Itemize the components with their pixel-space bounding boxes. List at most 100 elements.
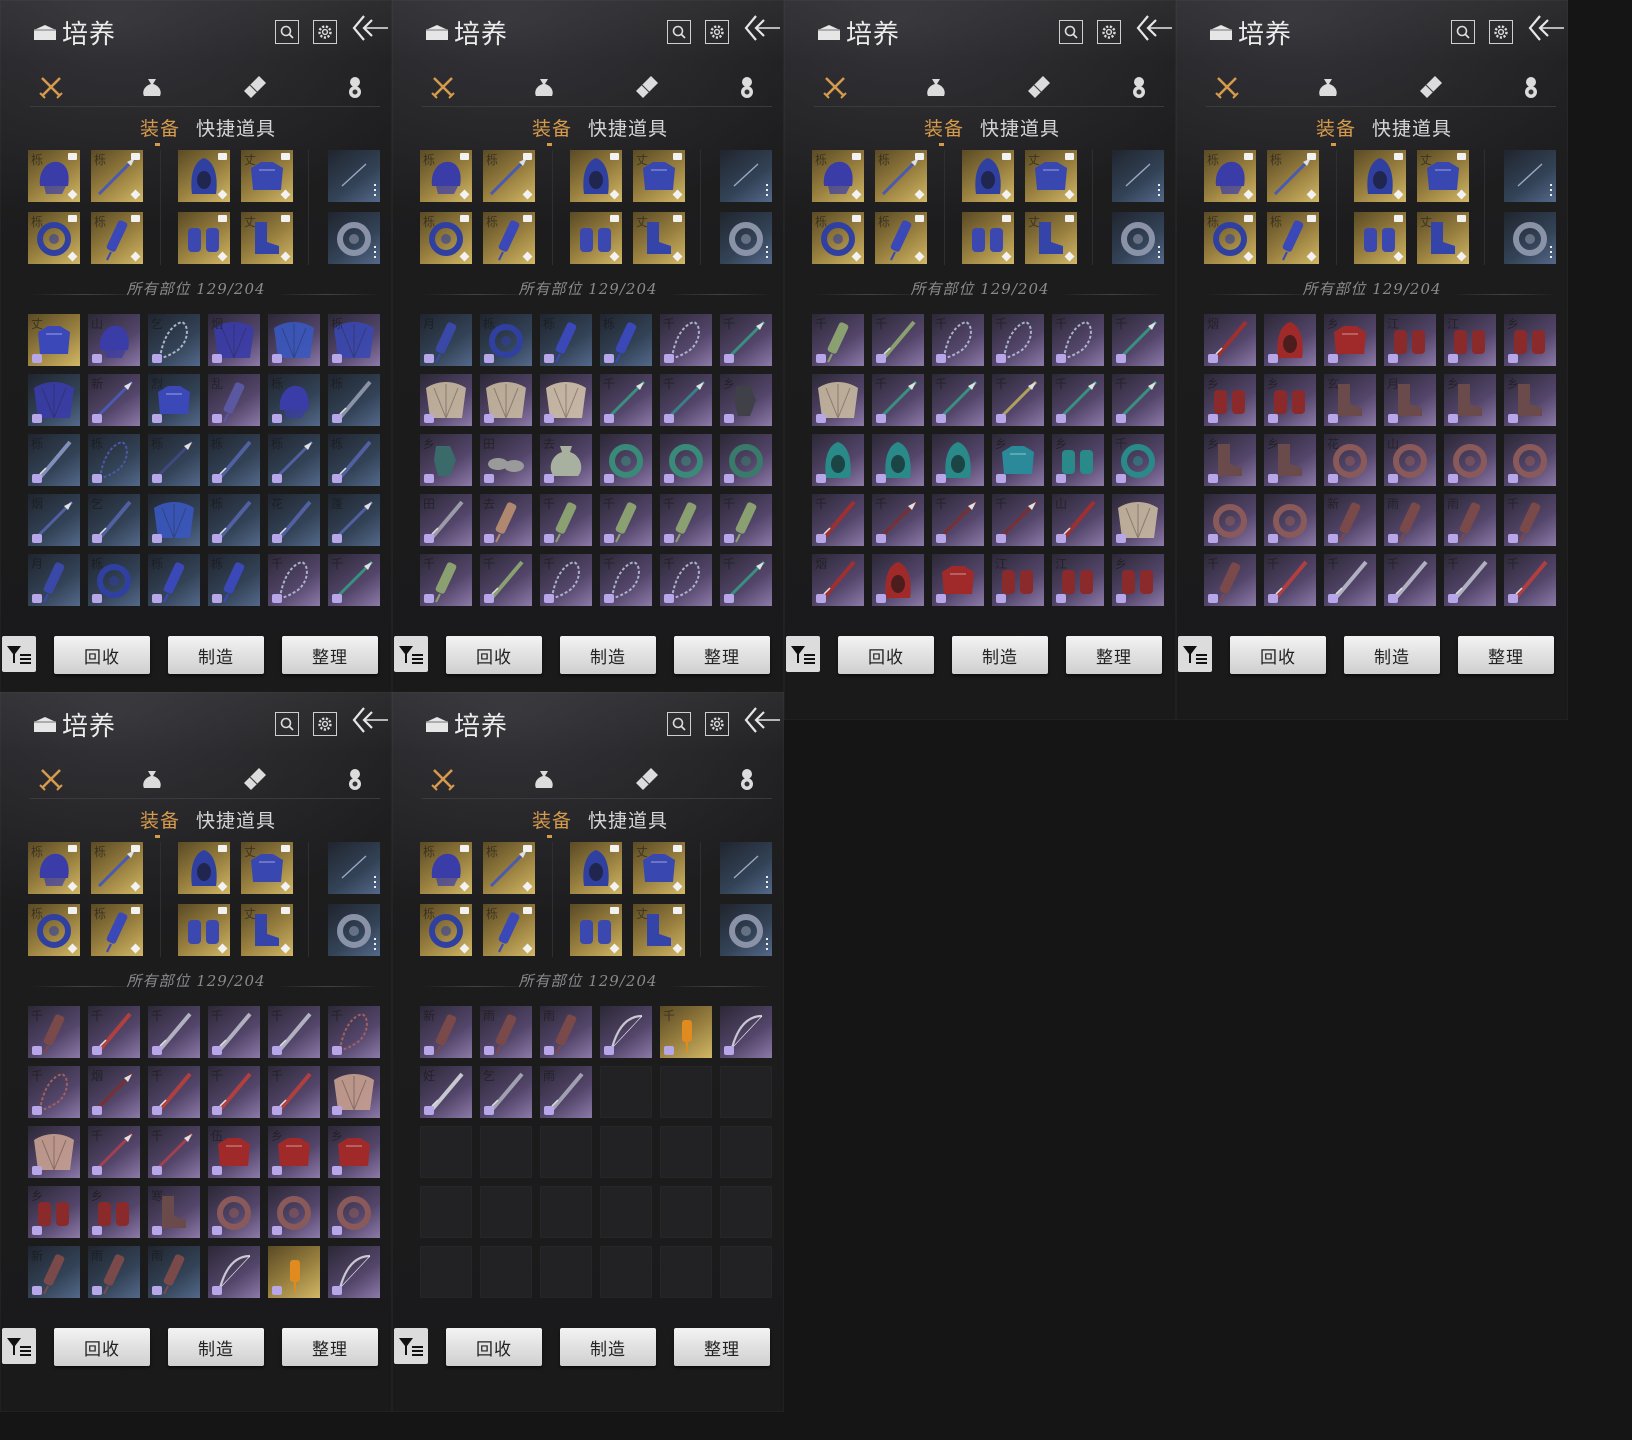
inventory-item-slot[interactable]: 千 xyxy=(812,314,864,366)
inventory-item-slot[interactable]: 烟 xyxy=(1204,314,1256,366)
search-button[interactable] xyxy=(275,712,299,736)
inventory-item-slot[interactable]: 花 xyxy=(268,494,320,546)
equipped-item-slot[interactable]: 栎 xyxy=(812,212,864,264)
equipped-item-slot[interactable] xyxy=(570,212,622,264)
inventory-item-slot[interactable]: 乞 xyxy=(480,1066,532,1118)
category-tab-scrolls[interactable] xyxy=(1024,72,1054,102)
settings-button[interactable] xyxy=(313,20,337,44)
inventory-item-slot[interactable]: 山 xyxy=(1052,494,1104,546)
inventory-item-slot[interactable]: 花 xyxy=(1324,434,1376,486)
filter-button[interactable] xyxy=(786,636,820,672)
recycle-button[interactable]: 回收 xyxy=(54,636,150,674)
inventory-item-slot[interactable]: 乡 xyxy=(1264,374,1316,426)
inventory-item-slot[interactable]: 千 xyxy=(1384,554,1436,606)
inventory-item-slot[interactable]: 千 xyxy=(600,554,652,606)
inventory-item-slot[interactable]: 千 xyxy=(480,554,532,606)
equipped-item-slot[interactable]: 栎 xyxy=(420,212,472,264)
inventory-item-slot[interactable]: 山 xyxy=(1384,434,1436,486)
inventory-item-slot[interactable]: 千 xyxy=(1112,374,1164,426)
inventory-item-slot[interactable]: 千 xyxy=(1444,554,1496,606)
inventory-item-slot[interactable]: 栎 xyxy=(328,374,380,426)
empty-slot[interactable] xyxy=(480,1246,532,1298)
equipped-item-slot[interactable] xyxy=(178,150,230,202)
back-arrow-icon[interactable] xyxy=(1526,12,1566,46)
equipped-item-slot[interactable]: 栎 xyxy=(28,904,80,956)
inventory-item-slot[interactable]: 千 xyxy=(660,374,712,426)
inventory-item-slot[interactable] xyxy=(932,434,984,486)
inventory-item-slot[interactable]: 栎 xyxy=(328,434,380,486)
inventory-item-slot[interactable]: 千 xyxy=(1112,314,1164,366)
empty-slot[interactable] xyxy=(600,1066,652,1118)
inventory-item-slot[interactable]: 千 xyxy=(872,374,924,426)
category-tab-items[interactable] xyxy=(137,72,167,102)
inventory-item-slot[interactable]: 乡 xyxy=(420,434,472,486)
equipped-item-slot[interactable]: 栎 xyxy=(28,212,80,264)
equipped-item-slot[interactable]: 丈 xyxy=(1417,212,1469,264)
empty-slot[interactable] xyxy=(720,1186,772,1238)
empty-slot[interactable] xyxy=(660,1246,712,1298)
category-tab-scrolls[interactable] xyxy=(632,764,662,794)
tab-equipment[interactable]: 装备 xyxy=(924,114,964,141)
inventory-item-slot[interactable]: 蓬 xyxy=(328,494,380,546)
quick-item-slot[interactable] xyxy=(1504,150,1556,202)
category-tab-tokens[interactable] xyxy=(340,72,370,102)
back-arrow-icon[interactable] xyxy=(742,704,782,738)
settings-button[interactable] xyxy=(705,712,729,736)
inventory-item-slot[interactable]: 新 xyxy=(420,1006,472,1058)
inventory-item-slot[interactable]: 栎 xyxy=(600,314,652,366)
inventory-item-slot[interactable]: 千 xyxy=(932,374,984,426)
inventory-item-slot[interactable] xyxy=(1504,434,1556,486)
inventory-item-slot[interactable] xyxy=(28,1126,80,1178)
inventory-item-slot[interactable] xyxy=(268,314,320,366)
inventory-item-slot[interactable]: 雨 xyxy=(480,1006,532,1058)
inventory-item-slot[interactable] xyxy=(660,434,712,486)
inventory-item-slot[interactable]: 千 xyxy=(992,494,1044,546)
tab-quick-items[interactable]: 快捷道具 xyxy=(980,114,1060,141)
tab-quick-items[interactable]: 快捷道具 xyxy=(588,114,668,141)
category-tab-tokens[interactable] xyxy=(732,764,762,794)
inventory-item-slot[interactable]: 千 xyxy=(1052,314,1104,366)
inventory-item-slot[interactable]: 乡 xyxy=(1204,434,1256,486)
inventory-item-slot[interactable] xyxy=(932,554,984,606)
inventory-item-slot[interactable]: 去 xyxy=(540,434,592,486)
tab-equipment[interactable]: 装备 xyxy=(140,114,180,141)
recycle-button[interactable]: 回收 xyxy=(446,1328,542,1366)
empty-slot[interactable] xyxy=(540,1246,592,1298)
inventory-item-slot[interactable]: 栎 xyxy=(540,314,592,366)
quick-item-slot[interactable] xyxy=(328,842,380,894)
inventory-item-slot[interactable]: 雨 xyxy=(1444,494,1496,546)
equipped-item-slot[interactable]: 栎 xyxy=(1267,150,1319,202)
inventory-item-slot[interactable]: 新 xyxy=(88,374,140,426)
category-tab-tokens[interactable] xyxy=(1516,72,1546,102)
category-tab-tokens[interactable] xyxy=(732,72,762,102)
inventory-item-slot[interactable]: 丈 xyxy=(28,314,80,366)
empty-slot[interactable] xyxy=(540,1126,592,1178)
inventory-item-slot[interactable]: 乡 xyxy=(720,374,772,426)
inventory-item-slot[interactable] xyxy=(208,1186,260,1238)
inventory-item-slot[interactable] xyxy=(420,374,472,426)
inventory-item-slot[interactable] xyxy=(480,374,532,426)
inventory-item-slot[interactable] xyxy=(812,434,864,486)
empty-slot[interactable] xyxy=(420,1186,472,1238)
empty-slot[interactable] xyxy=(720,1246,772,1298)
inventory-item-slot[interactable]: 栎 xyxy=(88,554,140,606)
inventory-item-slot[interactable]: 千 xyxy=(1504,494,1556,546)
inventory-item-slot[interactable]: 去 xyxy=(480,494,532,546)
sort-button[interactable]: 整理 xyxy=(1066,636,1162,674)
inventory-item-slot[interactable]: 栎 xyxy=(328,314,380,366)
inventory-item-slot[interactable]: 雨 xyxy=(88,1246,140,1298)
sort-button[interactable]: 整理 xyxy=(282,1328,378,1366)
settings-button[interactable] xyxy=(705,20,729,44)
recycle-button[interactable]: 回收 xyxy=(1230,636,1326,674)
equipped-item-slot[interactable]: 丈 xyxy=(633,150,685,202)
inventory-item-slot[interactable] xyxy=(328,1066,380,1118)
category-tab-weapons[interactable] xyxy=(36,72,66,102)
empty-slot[interactable] xyxy=(600,1246,652,1298)
filter-button[interactable] xyxy=(394,1328,428,1364)
inventory-item-slot[interactable]: 千 xyxy=(148,1066,200,1118)
inventory-item-slot[interactable]: 栎 xyxy=(28,434,80,486)
inventory-item-slot[interactable]: 千 xyxy=(600,494,652,546)
empty-slot[interactable] xyxy=(420,1126,472,1178)
search-button[interactable] xyxy=(667,20,691,44)
equipped-item-slot[interactable]: 栎 xyxy=(91,842,143,894)
